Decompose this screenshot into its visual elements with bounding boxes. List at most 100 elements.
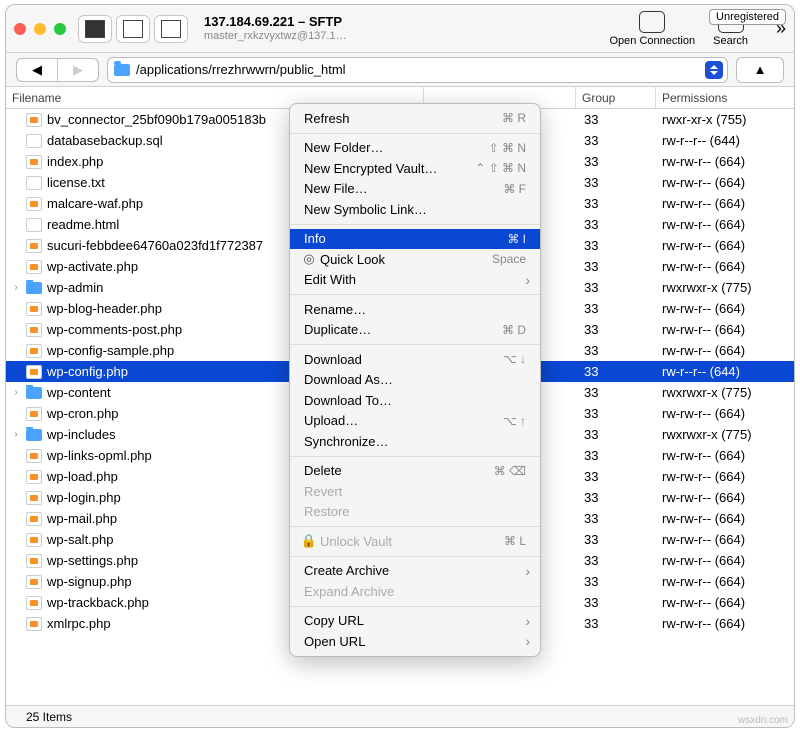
- menu-item[interactable]: Delete⌘ ⌫: [290, 461, 540, 482]
- file-group: 33: [576, 196, 656, 211]
- disclosure-triangle[interactable]: ›: [11, 387, 21, 398]
- menu-item-shortcut: ⌘ I: [507, 232, 526, 246]
- header-group[interactable]: Group: [576, 87, 656, 108]
- menu-item-icon: ◎: [300, 251, 318, 267]
- file-name: xmlrpc.php: [47, 616, 111, 631]
- menu-item[interactable]: New Folder…⇧ ⌘ N: [290, 138, 540, 159]
- connection-title: 137.184.69.221 – SFTP: [204, 14, 347, 29]
- file-name: wp-signup.php: [47, 574, 132, 589]
- menu-item: Revert: [290, 481, 540, 502]
- file-group: 33: [576, 469, 656, 484]
- up-folder-button[interactable]: ▲: [736, 57, 784, 83]
- file-permissions: rw-rw-r-- (664): [656, 259, 794, 274]
- maximize-window-button[interactable]: [54, 23, 66, 35]
- menu-item[interactable]: Edit With: [290, 270, 540, 291]
- menu-item[interactable]: Upload…⌥ ↑: [290, 411, 540, 432]
- disclosure-triangle[interactable]: ›: [11, 282, 21, 293]
- file-group: 33: [576, 574, 656, 589]
- menu-item[interactable]: Duplicate…⌘ D: [290, 320, 540, 341]
- folder-icon: [26, 282, 42, 294]
- file-permissions: rw-rw-r-- (664): [656, 574, 794, 589]
- file-icon: [26, 218, 42, 232]
- view-split-button[interactable]: [154, 15, 188, 43]
- file-name: license.txt: [47, 175, 105, 190]
- menu-item-label: Revert: [304, 484, 342, 499]
- file-group: 33: [576, 385, 656, 400]
- file-name: wp-load.php: [47, 469, 118, 484]
- file-name: wp-config.php: [47, 364, 128, 379]
- nav-back-button[interactable]: ◀: [17, 59, 57, 81]
- php-file-icon: [26, 113, 42, 127]
- menu-item[interactable]: Open URL: [290, 631, 540, 652]
- menu-item: Restore: [290, 502, 540, 523]
- menu-item-label: Expand Archive: [304, 584, 394, 599]
- menu-item-label: Delete: [304, 463, 342, 478]
- file-name: wp-includes: [47, 427, 116, 442]
- file-permissions: rw-rw-r-- (664): [656, 322, 794, 337]
- file-permissions: rw-r--r-- (644): [656, 364, 794, 379]
- file-permissions: rw-rw-r-- (664): [656, 511, 794, 526]
- file-group: 33: [576, 259, 656, 274]
- menu-item-shortcut: ⌥ ↓: [503, 352, 526, 366]
- menu-item-shortcut: ⌥ ↑: [503, 414, 526, 428]
- file-name: wp-config-sample.php: [47, 343, 174, 358]
- file-permissions: rw-rw-r-- (664): [656, 301, 794, 316]
- menu-item-shortcut: Space: [492, 252, 526, 266]
- view-icon-button[interactable]: [78, 15, 112, 43]
- menu-item[interactable]: Create Archive: [290, 561, 540, 582]
- file-permissions: rwxr-xr-x (755): [656, 112, 794, 127]
- file-permissions: rw-rw-r-- (664): [656, 238, 794, 253]
- menu-item[interactable]: New File…⌘ F: [290, 179, 540, 200]
- menu-item[interactable]: Refresh⌘ R: [290, 108, 540, 129]
- php-file-icon: [26, 323, 42, 337]
- view-list-button[interactable]: [116, 15, 150, 43]
- menu-item[interactable]: ◎Quick Look Space: [290, 249, 540, 270]
- file-permissions: rw-rw-r-- (664): [656, 553, 794, 568]
- path-text: /applications/rrezhrwwrn/public_html: [136, 62, 346, 77]
- file-group: 33: [576, 322, 656, 337]
- file-group: 33: [576, 427, 656, 442]
- menu-item[interactable]: Copy URL: [290, 611, 540, 632]
- menu-item-shortcut: ⌘ F: [503, 182, 526, 196]
- menu-item-shortcut: ⌘ L: [504, 534, 526, 548]
- menu-item-label: Create Archive: [304, 563, 389, 578]
- file-group: 33: [576, 595, 656, 610]
- open-connection-button[interactable]: Open Connection: [610, 11, 696, 47]
- file-name: wp-mail.php: [47, 511, 117, 526]
- php-file-icon: [26, 533, 42, 547]
- menu-item[interactable]: Synchronize…: [290, 431, 540, 452]
- file-group: 33: [576, 301, 656, 316]
- menu-item[interactable]: New Symbolic Link…: [290, 199, 540, 220]
- minimize-window-button[interactable]: [34, 23, 46, 35]
- menu-item[interactable]: New Encrypted Vault…⌃ ⇧ ⌘ N: [290, 158, 540, 179]
- menu-item-shortcut: ⌘ D: [502, 323, 526, 337]
- file-permissions: rw-rw-r-- (664): [656, 448, 794, 463]
- menu-item[interactable]: Rename…: [290, 299, 540, 320]
- file-group: 33: [576, 217, 656, 232]
- php-file-icon: [26, 617, 42, 631]
- disclosure-triangle[interactable]: ›: [11, 429, 21, 440]
- path-dropdown-icon[interactable]: [705, 61, 723, 79]
- file-permissions: rw-rw-r-- (664): [656, 217, 794, 232]
- file-name: wp-settings.php: [47, 553, 138, 568]
- nav-forward-button[interactable]: ▶: [58, 59, 98, 81]
- header-permissions[interactable]: Permissions: [656, 87, 794, 108]
- menu-item-label: Download As…: [304, 372, 393, 387]
- php-file-icon: [26, 407, 42, 421]
- menu-item: 🔒Unlock Vault⌘ L: [290, 531, 540, 552]
- php-file-icon: [26, 470, 42, 484]
- menu-item-label: Quick Look: [320, 252, 385, 267]
- menu-item[interactable]: Download To…: [290, 390, 540, 411]
- file-group: 33: [576, 238, 656, 253]
- menu-item: Expand Archive: [290, 581, 540, 602]
- menu-item[interactable]: Download⌥ ↓: [290, 349, 540, 370]
- file-name: wp-cron.php: [47, 406, 119, 421]
- path-field[interactable]: /applications/rrezhrwwrn/public_html: [107, 57, 728, 83]
- close-window-button[interactable]: [14, 23, 26, 35]
- file-name: wp-links-opml.php: [47, 448, 152, 463]
- file-permissions: rwxrwxr-x (775): [656, 385, 794, 400]
- file-group: 33: [576, 490, 656, 505]
- file-group: 33: [576, 511, 656, 526]
- menu-item[interactable]: Info⌘ I: [290, 229, 540, 250]
- menu-item[interactable]: Download As…: [290, 370, 540, 391]
